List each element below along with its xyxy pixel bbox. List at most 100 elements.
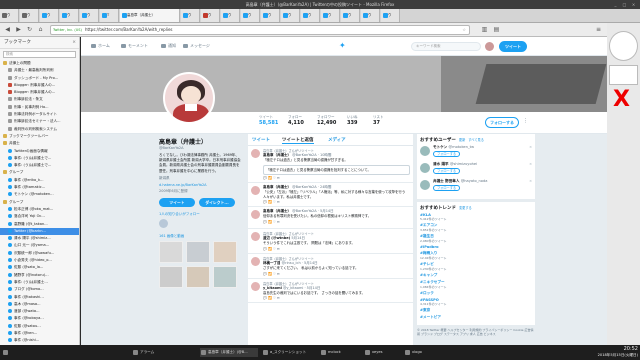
tweet-author-avatar[interactable] (251, 256, 260, 266)
follow-user-button[interactable]: フォローする (433, 168, 461, 174)
trend-item[interactable]: #キャンプ (420, 273, 532, 278)
tweet-item[interactable]: 高島章（弁護士）さんがリツイート 渡辺 (@wtnbe) 5月14日 そういう件でこ… (248, 229, 413, 254)
quoted-tweet[interactable]: 「極左テロは過去」と見る警察当局の認識を批判することについて。 (263, 164, 410, 176)
stat-1[interactable]: フォロー 4,110 (288, 115, 312, 126)
trend-item[interactable]: #エアコン 3,851件のツイート (420, 223, 532, 232)
sidebar-bookmark-item[interactable]: 事件 (@ken... (0, 330, 79, 337)
taskbar-item[interactable]: xlogo (404, 348, 436, 357)
sidebar-bookmark-item[interactable]: Twitterの画面な情報 (0, 148, 79, 155)
tweet-actions[interactable]: 💬 🔁 ♡ ✉ (263, 247, 410, 251)
profile-name[interactable]: 高島章（弁護士） (159, 137, 241, 146)
tab[interactable]: ウ (321, 9, 340, 22)
sidebar-bookmark-item[interactable]: Twitter (@barkn... (0, 227, 79, 236)
tab[interactable]: ウ (60, 9, 79, 22)
minimize-icon[interactable]: _ (612, 1, 619, 8)
stat-0[interactable]: ツイート 58,581 (259, 115, 283, 126)
tweet-author-avatar[interactable] (251, 232, 260, 242)
dismiss-icon[interactable]: × (529, 145, 532, 149)
sidebar-header[interactable]: ブックマーク × (0, 37, 79, 49)
tweet-author-avatar[interactable] (251, 281, 260, 291)
sidebar-bookmark-item[interactable]: ブログ (@tomo... (0, 286, 79, 293)
sidebar-bookmark-item[interactable]: 小倉秀夫 (@hideo_o... (0, 257, 79, 264)
forward-icon[interactable]: ▶ (14, 25, 23, 34)
profile-avatar[interactable] (163, 72, 215, 124)
timeline-tab[interactable]: ツイート (252, 137, 270, 143)
direct-message-button[interactable]: ダイレクト... (199, 197, 235, 207)
tab[interactable]: ウ (80, 9, 99, 22)
trend-item[interactable]: #KLA 5,412件のツイート (420, 213, 532, 221)
nav-messages[interactable]: メッセージ (183, 43, 210, 49)
change-trends-link[interactable]: 変更する (459, 206, 472, 210)
tab[interactable]: ウ (301, 9, 320, 22)
trend-item[interactable]: #梅雨入り 12.4K件のツイート (420, 251, 532, 260)
tweet-item[interactable]: 高島章（弁護士）さんがリツイート y_kitaomi @y_kitaomi · 5… (248, 279, 413, 304)
tweet-author-name[interactable]: 高島章（弁護士） (263, 209, 291, 213)
profile-link[interactable]: d.hatena.ne.jp/BarKanYa2A (159, 183, 241, 187)
sidebar-bookmark-item[interactable]: 清水 陽平 (@shimiz... (0, 235, 79, 242)
sidebar-bookmark-item[interactable]: グループ (0, 199, 79, 206)
trend-name[interactable]: #メートピア (420, 315, 532, 320)
follow-user-button[interactable]: フォローする (433, 151, 461, 157)
sidebar-bookmark-item[interactable]: 高木 (@masa... (0, 301, 79, 308)
menu-icon[interactable]: ≡ (594, 25, 603, 34)
sidebar-bookmark-item[interactable]: 事件 (@eriko_k... (0, 177, 79, 184)
sidebar-bookmark-item[interactable]: 佐藤 (@satou... (0, 323, 79, 330)
tweet-item[interactable]: 高島章（弁護士） @BarKanYa2A · 24時間 「公安」「左派」「極左」「… (248, 183, 413, 208)
recommended-user-avatar[interactable] (420, 180, 430, 190)
sidebar-bookmark-item[interactable]: 事件: (う)は弁護士で... (0, 155, 79, 162)
sidebar-bookmark-item[interactable]: 事件 (@takashi... (0, 294, 79, 301)
tweet-actions[interactable]: 💬 🔁 ♡ ✉ (263, 176, 410, 180)
sidebar-bookmark-item[interactable]: 渡部 (@wata... (0, 308, 79, 315)
sidebar-bookmark-item[interactable]: 刑事訴訟法・条文 (0, 96, 79, 103)
stat-2[interactable]: フォロワー 12,490 (317, 115, 341, 126)
sidebar-bookmark-item[interactable]: グループ (0, 169, 79, 176)
trend-name[interactable]: #東京 (420, 308, 532, 313)
tweet-author-avatar[interactable] (251, 186, 260, 196)
recommended-user-avatar[interactable] (420, 163, 430, 173)
tweet-author-name[interactable]: 林檎一丁目 (263, 261, 281, 265)
tweet-author-avatar[interactable] (251, 149, 260, 158)
taskbar-item[interactable]: 高島章（弁護士）(@B... (200, 348, 258, 357)
sidebar-bookmark-item[interactable]: 刑事訴訟法セミナー・法人... (0, 118, 79, 125)
taskbar-item[interactable]: a_スクリーンショット (262, 348, 316, 357)
site-identity[interactable]: Twitter, Inc. (US) (53, 26, 82, 34)
url-bar[interactable]: Twitter, Inc. (US) https://twitter.com/B… (50, 25, 470, 35)
trend-item[interactable]: #メートピア (420, 315, 532, 320)
tab[interactable]: ウ (221, 9, 240, 22)
sidebar-bookmark-item[interactable]: ダッシュボード - My Pro... (0, 75, 79, 82)
taskbar-clock[interactable]: 20:52 2018年5月15日(火曜日) (598, 346, 638, 358)
taskbar-item[interactable]: mclock (320, 348, 360, 357)
sidebar-bookmark-item[interactable]: 法律上の問題 (0, 60, 79, 67)
refresh-link[interactable]: 更新 (459, 138, 465, 142)
profile-handle[interactable]: @BarKanYa2A (159, 146, 241, 150)
media-thumb[interactable] (159, 240, 183, 263)
tweet-to-button[interactable]: ツイート (159, 197, 195, 207)
tab[interactable]: ウ (20, 9, 39, 22)
reload-icon[interactable]: ↻ (25, 25, 34, 34)
tweet-actions[interactable]: 💬 🔁 ♡ ✉ (263, 272, 410, 276)
sidebar-bookmark-item[interactable]: 落合洋司 Yoji Oc... (0, 213, 79, 220)
nav-notifications[interactable]: 通知 (161, 43, 176, 49)
bookmark-star-icon[interactable]: ☆ (462, 26, 466, 34)
trend-item[interactable]: #ロック (420, 291, 532, 296)
dismiss-icon[interactable]: × (529, 179, 532, 183)
sidebar-bookmark-item[interactable]: 事件 (@tamakic... (0, 184, 79, 191)
sidebar-toggle-icon[interactable]: ▤ (492, 25, 501, 34)
sidebar-bookmark-item[interactable]: 沢藤統一郎 (@sawafu... (0, 250, 79, 257)
timeline-tab[interactable]: メディア (328, 137, 346, 143)
tweet-item[interactable]: 高島章（弁護士）さんがリツイート 高島章（弁護士） @BarKanYa2A · 1… (248, 146, 413, 184)
trend-item[interactable]: #iPadbro (420, 245, 532, 249)
taskbar-item[interactable]: xeyes (364, 348, 400, 357)
media-thumb[interactable] (186, 265, 210, 288)
known-followers-link[interactable]: 1人の知り合いがフォロー (159, 212, 241, 217)
sidebar-bookmark-item[interactable]: 事件: (う)は弁護士... (0, 279, 79, 286)
library-icon[interactable]: ▥ (480, 25, 489, 34)
recommended-user[interactable]: 弁護士 野田隼人 @hayato_noda フォローする × (420, 179, 532, 196)
tweet-item[interactable]: 高島章（弁護士）さんがリツイート 林檎一丁目 @rinsu_ich · 5月14日… (248, 254, 413, 279)
more-options-icon[interactable]: ⋮ (523, 118, 532, 127)
timeline-tab[interactable]: ツイートと返信 (282, 137, 314, 144)
close-icon[interactable]: × (630, 1, 637, 8)
compose-tweet-button[interactable]: ツイート (499, 41, 527, 52)
media-thumb[interactable] (213, 265, 237, 288)
recommended-user[interactable]: モトケン @motoken_tw フォローする × (420, 145, 532, 162)
